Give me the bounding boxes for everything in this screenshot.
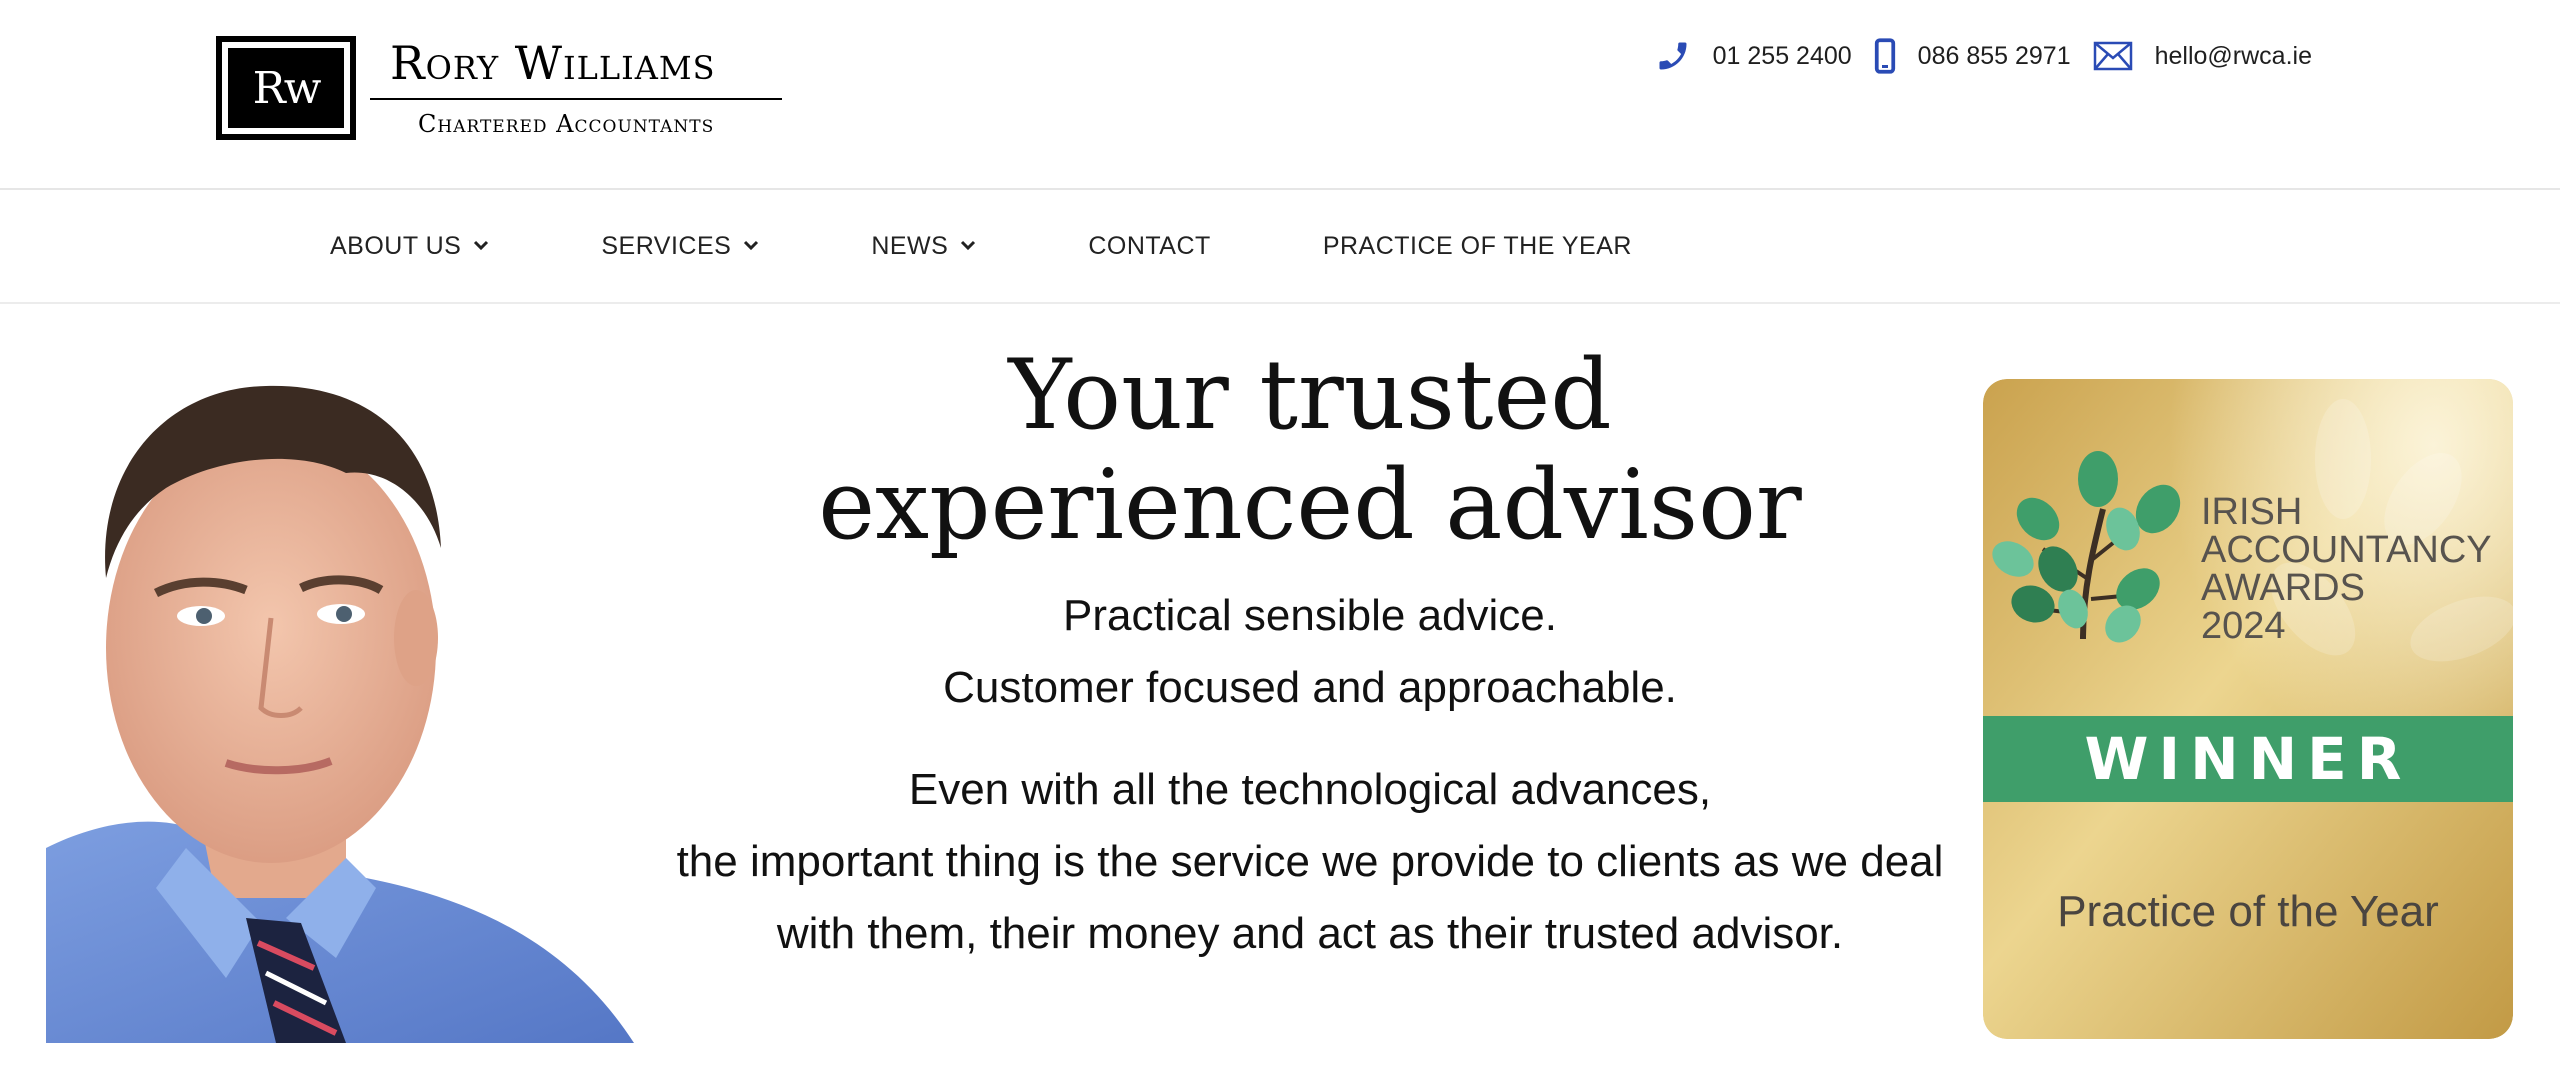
award-heading-line-2: ACCOUNTANCY	[2201, 529, 2492, 571]
winner-label: WINNER	[2085, 725, 2412, 793]
award-badge[interactable]: IRISH ACCOUNTANCY AWARDS 2024 WINNER Pra…	[1983, 379, 2513, 1039]
nav-item-contact[interactable]: CONTACT	[1088, 232, 1210, 261]
advisor-portrait	[46, 378, 634, 1043]
nav-item-label: ABOUT US	[330, 231, 462, 260]
nav-item-label: SERVICES	[601, 231, 732, 260]
main-navigation: ABOUT US SERVICES NEWS CONTACT PRACTICE …	[0, 190, 2560, 304]
mobile-phone-icon	[1874, 38, 1895, 74]
award-year: 2024	[2201, 605, 2286, 647]
award-heading-line-1: IRISH	[2201, 491, 2302, 533]
chevron-down-icon	[744, 240, 759, 251]
award-heading-line-3: AWARDS	[2201, 567, 2365, 609]
envelope-icon	[2093, 41, 2132, 71]
nav-item-about-us[interactable]: ABOUT US	[330, 232, 489, 261]
nav-item-practice-of-the-year[interactable]: PRACTICE OF THE YEAR	[1323, 232, 1632, 261]
chevron-down-icon	[961, 240, 976, 251]
nav-item-label: NEWS	[871, 231, 949, 260]
logo-subtitle: Chartered Accountants	[418, 110, 715, 138]
phone-icon	[1659, 42, 1687, 70]
hero-title-line-2: experienced advisor	[818, 449, 1802, 561]
hero-tagline: Practical sensible advice. Customer focu…	[660, 580, 1960, 724]
hero-section: Your trusted experienced advisor Practic…	[660, 340, 1960, 970]
phone-number: 01 255 2400	[1712, 41, 1852, 70]
nav-item-news[interactable]: NEWS	[871, 232, 976, 261]
hero-title: Your trusted experienced advisor	[660, 340, 1960, 560]
hero-title-line-1: Your trusted	[1008, 339, 1612, 451]
contact-bar: 01 255 2400 086 855 2971 hello@rwca.ie	[1633, 38, 2312, 74]
logo-name: Rory Williams	[390, 36, 716, 90]
nav-item-label: CONTACT	[1088, 231, 1211, 260]
hero-tagline-line-2: Customer focused and approachable.	[943, 663, 1677, 712]
logo-monogram: Rw	[252, 62, 322, 114]
award-category: Practice of the Year	[2057, 887, 2439, 936]
hero-body-line-1: Even with all the technological advances…	[908, 765, 1712, 814]
nav-item-services[interactable]: SERVICES	[601, 232, 759, 261]
nav-item-label: PRACTICE OF THE YEAR	[1322, 231, 1632, 260]
hero-body-line-3: with them, their money and act as their …	[776, 909, 1844, 958]
phone-link[interactable]: 01 255 2400	[1655, 38, 1852, 74]
mobile-link[interactable]: 086 855 2971	[1874, 38, 2071, 74]
logo-monogram-box: Rw	[216, 36, 356, 140]
mobile-number: 086 855 2971	[1917, 41, 2071, 70]
email-address: hello@rwca.ie	[2154, 41, 2312, 70]
hero-tagline-line-1: Practical sensible advice.	[1062, 591, 1557, 640]
email-link[interactable]: hello@rwca.ie	[2093, 41, 2312, 71]
chevron-down-icon	[474, 240, 489, 251]
hero-body: Even with all the technological advances…	[660, 754, 1960, 970]
site-logo[interactable]: Rw Rory Williams Chartered Accountants	[216, 36, 782, 140]
hero-body-line-2: the important thing is the service we pr…	[676, 837, 1944, 886]
site-header: Rw Rory Williams Chartered Accountants 0…	[0, 0, 2560, 190]
logo-divider	[370, 98, 782, 100]
